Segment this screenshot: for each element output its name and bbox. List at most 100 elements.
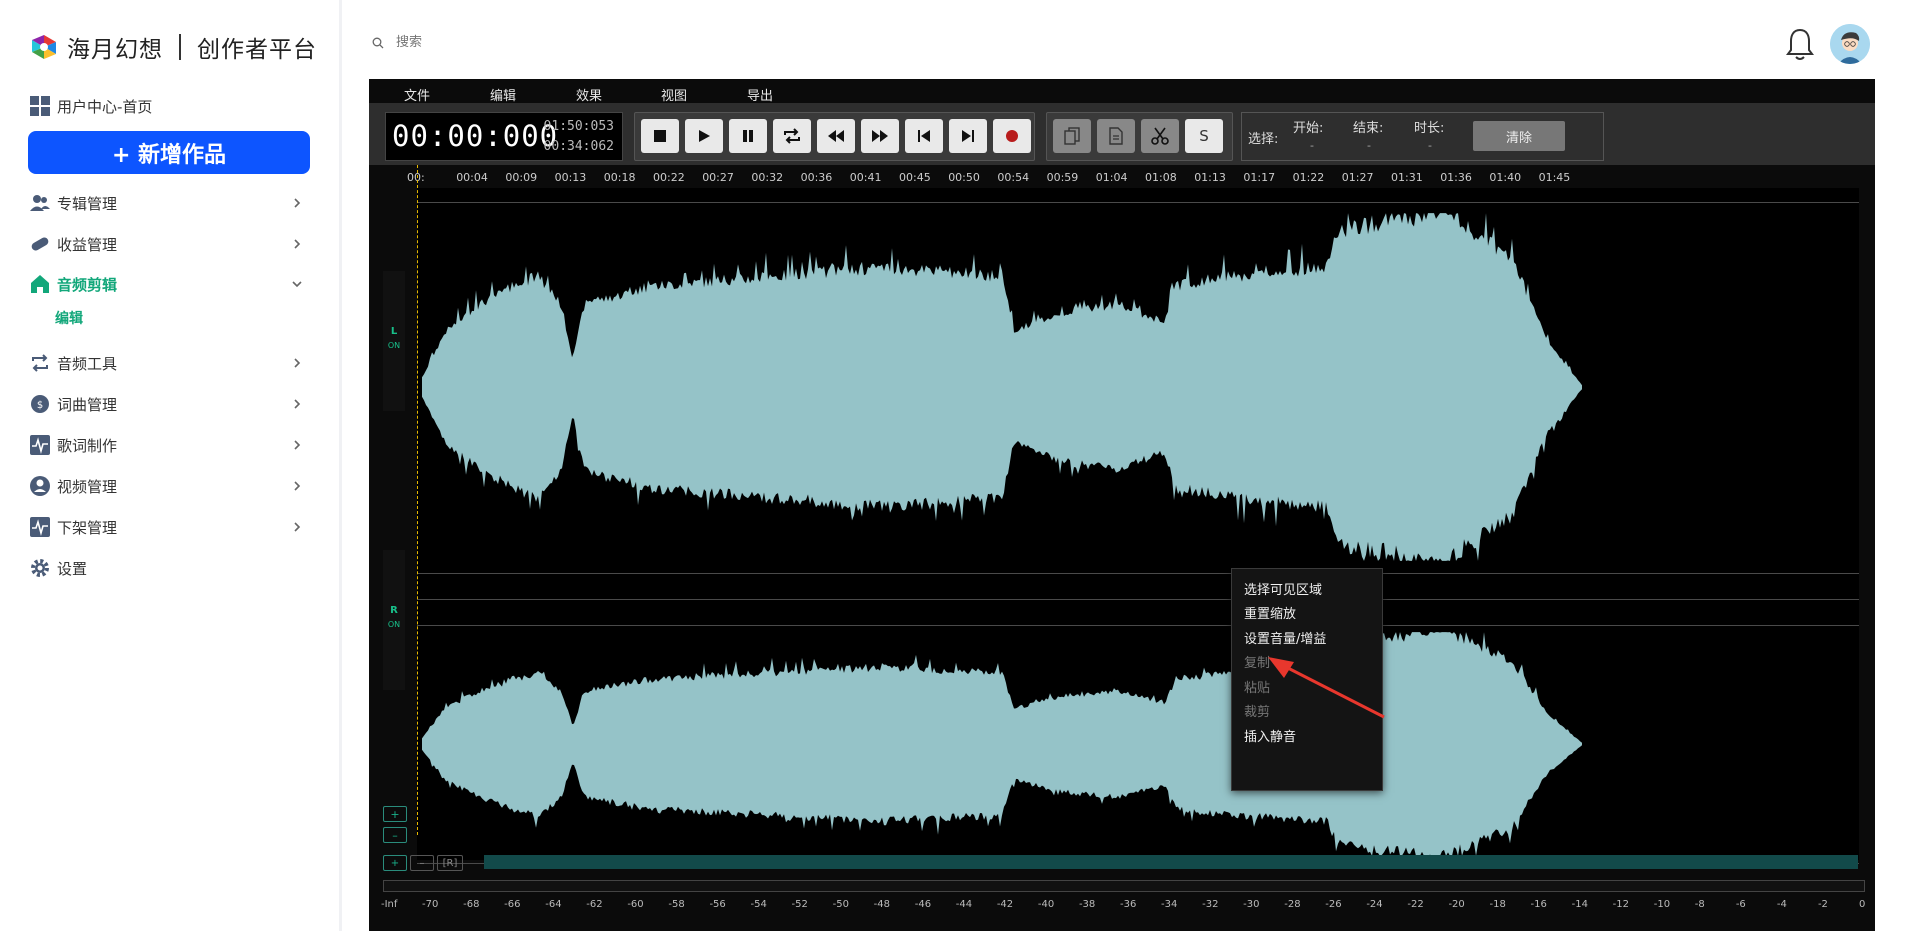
context-select-visible[interactable]: 选择可见区域: [1244, 579, 1322, 598]
stop-button[interactable]: [641, 119, 679, 153]
ruler-tick-label: 00:59: [1046, 171, 1079, 184]
sidebar-item-audio-edit[interactable]: 音频剪辑: [29, 269, 309, 299]
sidebar-item-label: 专辑管理: [57, 194, 118, 213]
pause-button[interactable]: [729, 119, 767, 153]
menu-view[interactable]: 视图: [661, 85, 687, 104]
pause-icon: [743, 130, 753, 142]
waveform-area[interactable]: [417, 188, 1859, 864]
brand-divider: [179, 34, 181, 60]
pill-icon: [29, 233, 51, 255]
meter-tick-label: -54: [750, 899, 767, 910]
lane-divider: [417, 573, 1859, 574]
context-insert-silence[interactable]: 插入静音: [1244, 726, 1296, 745]
chevron-right-icon: [294, 239, 301, 249]
avatar[interactable]: [1830, 24, 1870, 64]
sidebar-item-video[interactable]: 视频管理: [29, 471, 309, 501]
rewind-icon: [828, 130, 844, 142]
sidebar-item-label: 词曲管理: [57, 395, 118, 414]
menu-edit[interactable]: 编辑: [490, 85, 516, 104]
silence-button[interactable]: S: [1185, 119, 1223, 153]
new-work-button[interactable]: + 新增作品: [28, 131, 310, 174]
fast-forward-button[interactable]: [861, 119, 899, 153]
meter-tick-label: -68: [463, 899, 480, 910]
meter-tick-label: -26: [1325, 899, 1342, 910]
menu-export[interactable]: 导出: [747, 85, 773, 104]
lane-divider: [417, 599, 1859, 600]
paste-button[interactable]: [1097, 119, 1135, 153]
sidebar-item-revenue[interactable]: 收益管理: [29, 229, 309, 259]
record-button[interactable]: [993, 119, 1031, 153]
record-icon: [1006, 130, 1018, 142]
skip-back-icon: [918, 130, 930, 142]
sidebar-item-settings[interactable]: 设置: [29, 553, 309, 583]
zoom-reset-button[interactable]: [R]: [437, 855, 463, 871]
play-button[interactable]: [685, 119, 723, 153]
repeat-icon: [784, 128, 800, 144]
editor-menubar: 文件 编辑 效果 视图 导出: [369, 79, 1875, 104]
brand-logo[interactable]: 海月幻想 创作者平台: [29, 30, 317, 64]
sidebar-item-lyrics-make[interactable]: 歌词制作: [29, 430, 309, 460]
rewind-button[interactable]: [817, 119, 855, 153]
search-icon: [372, 37, 384, 48]
horizontal-scrollbar[interactable]: [484, 855, 1858, 869]
waveform-left[interactable]: [417, 202, 1859, 572]
bell-icon[interactable]: [1784, 26, 1816, 62]
context-reset-zoom[interactable]: 重置缩放: [1244, 603, 1296, 622]
sidebar-item-lyrics-music[interactable]: $ 词曲管理: [29, 389, 309, 419]
sidebar-item-label: 设置: [57, 559, 88, 578]
channel-left[interactable]: L ON: [383, 271, 405, 411]
current-time: 00:00:000: [392, 119, 559, 153]
playhead[interactable]: [417, 165, 418, 835]
clear-selection-button[interactable]: 清除: [1473, 121, 1565, 151]
pulse-icon: [29, 516, 51, 538]
ruler-tick-label: 01:45: [1538, 171, 1571, 184]
ruler-tick-label: 00:32: [751, 171, 784, 184]
loop-button[interactable]: [773, 119, 811, 153]
selection-label: 选择:: [1248, 132, 1279, 147]
search-input[interactable]: [394, 34, 598, 51]
chevron-right-icon: [294, 522, 301, 532]
ruler-tick-label: 00:50: [948, 171, 980, 184]
meter-tick-label: -46: [914, 899, 932, 910]
meter-tick-label: -48: [873, 899, 890, 910]
sidebar-item-audio-tools[interactable]: 音频工具: [29, 348, 309, 378]
zoom-in-button[interactable]: +: [383, 855, 407, 871]
menu-effects[interactable]: 效果: [576, 85, 602, 104]
skip-end-button[interactable]: [949, 119, 987, 153]
chevron-right-icon: [294, 399, 301, 409]
skip-start-button[interactable]: [905, 119, 943, 153]
zoom-out-button[interactable]: –: [410, 855, 434, 871]
sidebar-item-home[interactable]: 用户中心-首页: [29, 91, 309, 121]
annotation-arrow: [1268, 657, 1385, 719]
home-icon: [29, 273, 51, 295]
vertical-zoom-in-button[interactable]: +: [383, 806, 407, 822]
sidebar-subitem-edit[interactable]: 编辑: [55, 308, 83, 328]
meter-tick-label: -40: [1037, 899, 1055, 910]
chevron-down-icon: [292, 281, 302, 288]
menu-file[interactable]: 文件: [404, 85, 430, 104]
channel-right[interactable]: R ON: [383, 550, 405, 690]
selection-end-label: 结束:: [1353, 121, 1384, 136]
repeat-icon: [29, 352, 51, 374]
sidebar-item-albums[interactable]: 专辑管理: [29, 188, 309, 218]
sidebar-item-takedown[interactable]: 下架管理: [29, 512, 309, 542]
ruler-tick-label: 00:13: [554, 171, 587, 184]
waveform-shape: [422, 632, 1582, 856]
meter-tick-label: -34: [1161, 899, 1178, 910]
waveform-right[interactable]: [417, 625, 1859, 863]
meter-tick-label: -12: [1612, 899, 1629, 910]
sidebar-item-label: 视频管理: [57, 477, 118, 496]
copy-button[interactable]: [1053, 119, 1091, 153]
waveform-shape: [422, 213, 1582, 561]
user-circle-icon: [29, 475, 51, 497]
svg-text:$: $: [37, 400, 43, 411]
context-set-gain[interactable]: 设置音量/增益: [1244, 628, 1326, 647]
cut-button[interactable]: [1141, 119, 1179, 153]
end-time: 01:50:053: [543, 119, 614, 134]
timeline-ruler[interactable]: 00: 00:04 00:09 00:13 00:18 00:22 00:27 00:32 00…: [369, 165, 1875, 190]
brand-logo-icon: [32, 35, 56, 59]
vertical-zoom-out-button[interactable]: –: [383, 827, 407, 843]
channel-name: R: [390, 605, 398, 616]
ruler-tick-label: 01:22: [1292, 171, 1325, 184]
skip-forward-icon: [962, 130, 974, 142]
